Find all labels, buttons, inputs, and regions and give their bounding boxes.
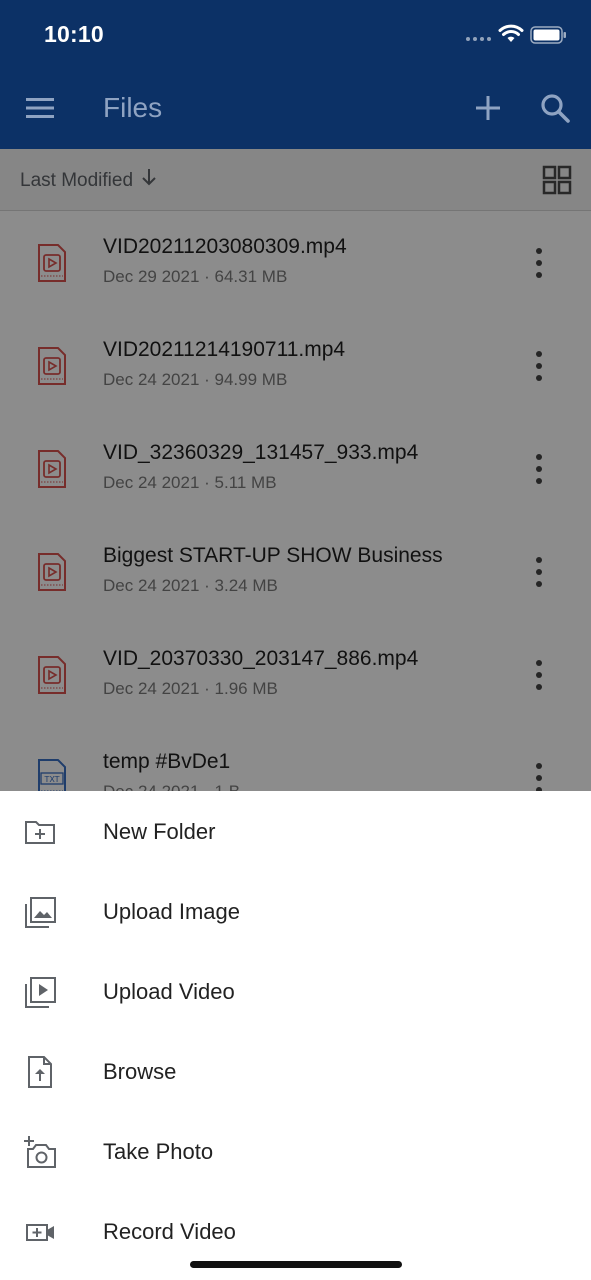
app-header: 10:10 Files — [0, 0, 591, 149]
add-icon[interactable] — [472, 92, 504, 124]
record-video-icon — [26, 1224, 54, 1241]
record-video-button[interactable]: Record Video — [0, 1191, 591, 1271]
action-sheet: New Folder Upload Image Upload Video Bro… — [0, 791, 591, 1280]
new-folder-button[interactable]: New Folder — [0, 791, 591, 871]
browse-button[interactable]: Browse — [0, 1031, 591, 1111]
toolbar: Files — [0, 70, 591, 149]
cellular-signal-icon — [466, 37, 492, 43]
search-icon[interactable] — [538, 91, 572, 125]
take-photo-icon — [24, 1136, 56, 1168]
status-bar: 10:10 — [0, 0, 591, 70]
sheet-item-label: Browse — [103, 1059, 177, 1084]
sheet-item-label: Record Video — [103, 1219, 236, 1244]
sheet-item-label: New Folder — [103, 819, 216, 844]
home-indicator — [190, 1261, 402, 1268]
upload-image-button[interactable]: Upload Image — [0, 871, 591, 951]
sheet-item-label: Upload Video — [103, 979, 235, 1004]
modal-scrim[interactable] — [0, 149, 591, 791]
new-folder-icon — [25, 821, 55, 844]
take-photo-button[interactable]: Take Photo — [0, 1111, 591, 1191]
upload-image-icon — [25, 897, 56, 928]
page-title: Files — [103, 92, 163, 123]
upload-video-icon — [25, 977, 56, 1008]
browse-file-icon — [28, 1056, 52, 1088]
wifi-icon — [498, 24, 524, 42]
battery-icon — [530, 26, 566, 44]
menu-icon[interactable] — [22, 90, 58, 126]
sheet-item-label: Upload Image — [103, 899, 240, 924]
sheet-item-label: Take Photo — [103, 1139, 214, 1164]
upload-video-button[interactable]: Upload Video — [0, 951, 591, 1031]
status-time: 10:10 — [44, 21, 104, 47]
